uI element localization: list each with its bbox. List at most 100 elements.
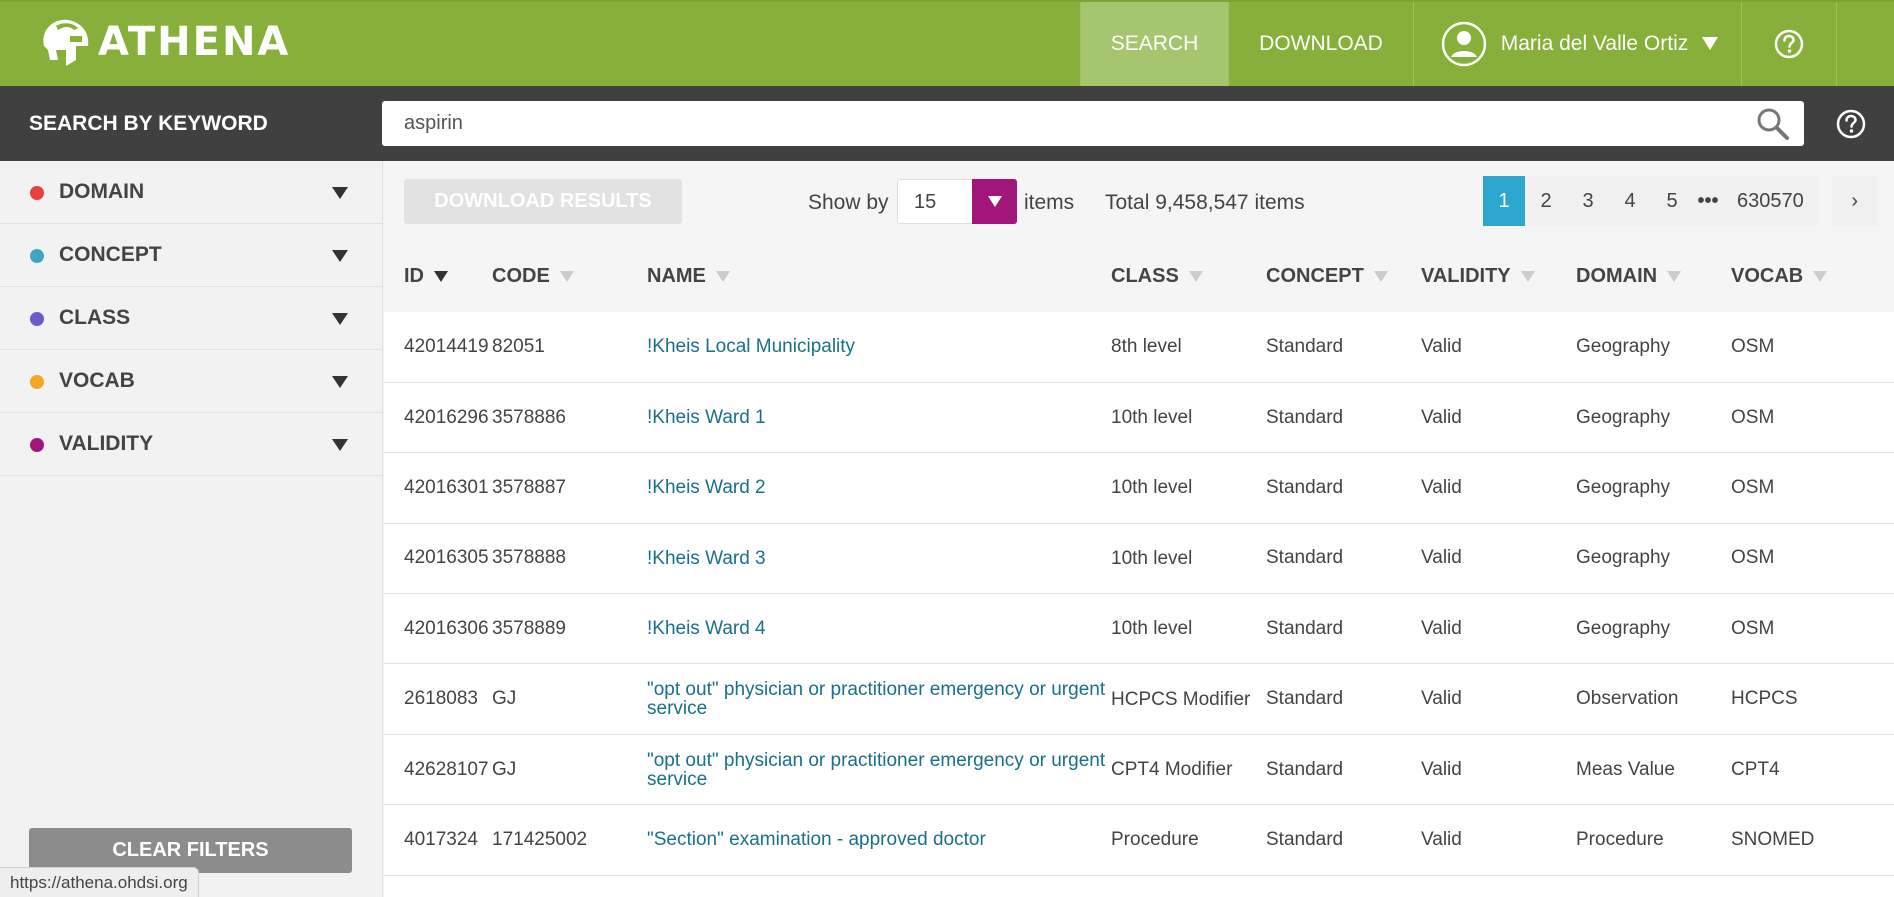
cell-vocab: HCPCS [1731, 663, 1894, 735]
cell-class: HCPCS Modifier [1111, 663, 1266, 735]
table-row[interactable]: 42016305 3578888 !Kheis Ward 3 10th leve… [384, 523, 1894, 595]
search-help-icon[interactable] [1836, 109, 1866, 139]
page-4[interactable]: 4 [1609, 176, 1651, 226]
table-row[interactable]: 42014419 82051 !Kheis Local Municipality… [384, 312, 1894, 383]
sort-icon [1667, 271, 1682, 283]
col-header-vocab[interactable]: VOCAB [1731, 241, 1894, 312]
cell-code: 3578886 [492, 382, 647, 454]
col-header-class[interactable]: CLASS [1111, 241, 1266, 312]
col-header-concept[interactable]: CONCEPT [1266, 241, 1421, 312]
cell-validity: Valid [1421, 663, 1576, 735]
help-button[interactable] [1741, 2, 1836, 86]
user-menu[interactable]: Maria del Valle Ortiz [1413, 2, 1741, 86]
col-label: CLASS [1111, 265, 1179, 287]
cell-id: 42014419 [384, 312, 492, 383]
caret-down-icon [332, 187, 348, 199]
cell-code: 3578889 [492, 593, 647, 665]
cell-validity: Valid [1421, 523, 1576, 595]
results-toolbar: DOWNLOAD RESULTS Show by 15 items Total … [384, 161, 1894, 241]
cell-concept: Standard [1266, 734, 1421, 806]
col-header-name[interactable]: NAME [647, 241, 1111, 312]
filter-class[interactable]: CLASS [0, 287, 382, 350]
table-row[interactable]: 4017324 171425002 "Section" examination … [384, 804, 1894, 876]
cell-class: 10th level [1111, 382, 1266, 454]
show-by-label: Show by [808, 191, 889, 214]
cell-name-link[interactable]: "opt out" physician or practitioner emer… [647, 663, 1111, 735]
domain-dot-icon [30, 186, 44, 200]
filter-vocab[interactable]: VOCAB [0, 350, 382, 413]
cell-name-link[interactable]: !Kheis Ward 2 [647, 452, 1111, 524]
search-icon[interactable] [1756, 107, 1790, 141]
page-2[interactable]: 2 [1525, 176, 1567, 226]
cell-name-link[interactable]: !Kheis Ward 3 [647, 523, 1111, 595]
caret-down-icon [332, 250, 348, 262]
page-3[interactable]: 3 [1567, 176, 1609, 226]
table-row[interactable]: 2618083 GJ "opt out" physician or practi… [384, 663, 1894, 735]
col-label: NAME [647, 265, 706, 287]
helmet-logo-icon [43, 19, 89, 67]
caret-down-icon [332, 313, 348, 325]
filter-concept[interactable]: CONCEPT [0, 224, 382, 287]
cell-name-link[interactable]: !Kheis Ward 4 [647, 593, 1111, 665]
per-page-select[interactable]: 15 [897, 179, 1017, 224]
cell-concept: Standard [1266, 663, 1421, 735]
cell-validity: Valid [1421, 804, 1576, 876]
col-header-domain[interactable]: DOMAIN [1576, 241, 1731, 312]
col-header-id[interactable]: ID [384, 241, 492, 312]
per-page-value: 15 [914, 191, 937, 213]
class-dot-icon [30, 312, 44, 326]
cell-vocab: OSM [1731, 312, 1894, 383]
filter-label: DOMAIN [59, 180, 145, 203]
download-results-button[interactable]: DOWNLOAD RESULTS [404, 179, 682, 224]
sort-icon [559, 271, 574, 283]
nav-search[interactable]: SEARCH [1080, 2, 1228, 86]
page-last[interactable]: 630570 [1723, 176, 1818, 226]
filter-sidebar: DOMAIN CONCEPT CLASS VOCAB VALIDITY CLEA… [0, 161, 383, 897]
vocab-dot-icon [30, 375, 44, 389]
table-row[interactable]: 42016301 3578887 !Kheis Ward 2 10th leve… [384, 452, 1894, 524]
cell-code: 3578887 [492, 452, 647, 524]
col-header-code[interactable]: CODE [492, 241, 647, 312]
cell-code: 3578888 [492, 523, 647, 595]
table-row[interactable]: 42628107 GJ "opt out" physician or pract… [384, 734, 1894, 806]
cell-vocab: OSM [1731, 452, 1894, 524]
cell-concept: Standard [1266, 382, 1421, 454]
sort-icon [1188, 271, 1203, 283]
cell-vocab: OSM [1731, 593, 1894, 665]
logo-text: ATHENA [98, 19, 291, 65]
dropdown-arrow-icon[interactable] [972, 179, 1017, 224]
cell-code: 82051 [492, 312, 647, 383]
cell-name-link[interactable]: !Kheis Local Municipality [647, 312, 1111, 383]
status-url: https://athena.ohdsi.org [0, 867, 199, 897]
cell-name-link[interactable]: "opt out" physician or practitioner emer… [647, 734, 1111, 806]
cell-vocab: CPT4 [1731, 734, 1894, 806]
page-5[interactable]: 5 [1651, 176, 1693, 226]
cell-id: 42016306 [384, 593, 492, 665]
user-icon [1441, 21, 1486, 67]
cell-name-link[interactable]: "Section" examination - approved doctor [647, 804, 1111, 876]
cell-concept: Standard [1266, 523, 1421, 595]
athena-logo[interactable]: ATHENA [36, 16, 290, 68]
chevron-down-icon [1702, 37, 1719, 50]
col-header-validity[interactable]: VALIDITY [1421, 241, 1576, 312]
cell-name-link[interactable]: !Kheis Ward 1 [647, 382, 1111, 454]
keyword-search-bar: SEARCH BY KEYWORD [0, 86, 1894, 161]
table-row[interactable]: 42016306 3578889 !Kheis Ward 4 10th leve… [384, 593, 1894, 665]
concept-dot-icon [30, 249, 44, 263]
sort-icon [1813, 271, 1828, 283]
table-row[interactable]: 42016296 3578886 !Kheis Ward 1 10th leve… [384, 382, 1894, 454]
validity-dot-icon [30, 438, 44, 452]
next-page-button[interactable]: › [1831, 176, 1878, 226]
col-label: VOCAB [1731, 265, 1804, 287]
search-input[interactable] [404, 101, 1704, 146]
nav-download[interactable]: DOWNLOAD [1228, 2, 1413, 86]
page-1[interactable]: 1 [1483, 176, 1525, 226]
cell-code: GJ [492, 663, 647, 735]
cell-concept: Standard [1266, 593, 1421, 665]
cell-domain: Procedure [1576, 804, 1731, 876]
top-bar: ATHENA SEARCH DOWNLOAD Maria del Valle O… [0, 0, 1894, 86]
filter-domain[interactable]: DOMAIN [0, 161, 382, 224]
filter-validity[interactable]: VALIDITY [0, 413, 382, 476]
filter-label: VALIDITY [59, 432, 154, 455]
cell-domain: Geography [1576, 593, 1731, 665]
